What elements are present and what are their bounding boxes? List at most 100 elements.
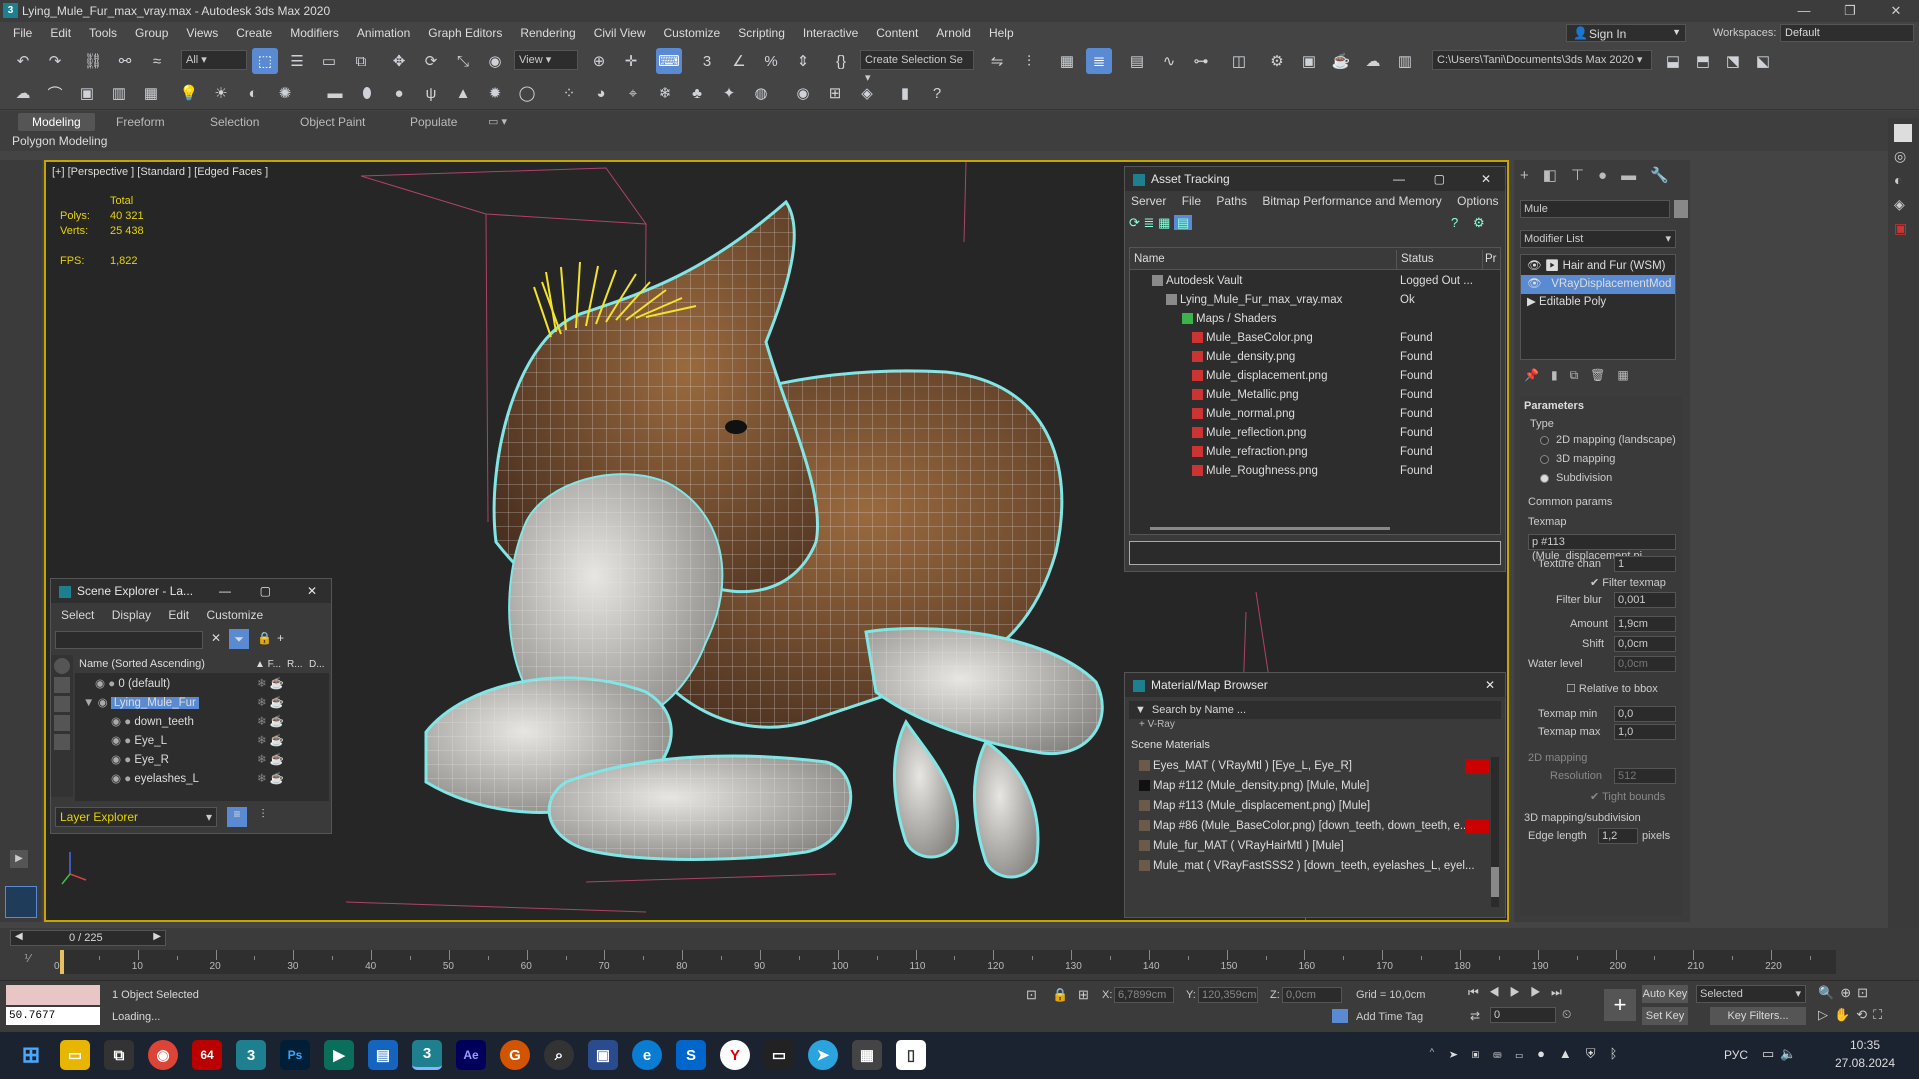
app-64-icon[interactable]: 64: [192, 1040, 222, 1070]
menu-bitmap-performance[interactable]: Bitmap Performance and Memory: [1262, 194, 1441, 208]
lock-icon[interactable]: 🔒: [257, 631, 272, 645]
arc-rotate-icon[interactable]: ⌒: [42, 80, 68, 106]
time-slider[interactable]: ◀ 0 / 225 ▶: [10, 930, 166, 946]
calculator-icon[interactable]: ▦: [852, 1040, 882, 1070]
light-lister-icon[interactable]: 💡: [176, 80, 202, 106]
filter-blur-spinner[interactable]: 0,001: [1614, 592, 1676, 608]
pin-stack-icon[interactable]: 📌: [1524, 368, 1551, 382]
settings-small-icon[interactable]: ⚙: [1473, 215, 1485, 231]
vray-proxy-icon[interactable]: ⬮: [354, 80, 380, 106]
asset-row[interactable]: Mule_refraction.png Found: [1130, 443, 1502, 462]
time-slider-cursor[interactable]: [60, 950, 64, 974]
layer-visibility-icon[interactable]: ◉ ●: [95, 678, 118, 690]
orbit-icon[interactable]: ⟲: [1856, 1007, 1873, 1022]
remove-modifier-icon[interactable]: 🗑: [1590, 368, 1617, 382]
display-shapes-icon[interactable]: [54, 696, 70, 712]
place-icon[interactable]: ◉: [482, 48, 508, 74]
window-crossing-icon[interactable]: ⧉: [348, 48, 374, 74]
asset-row[interactable]: Autodesk Vault Logged Out ...: [1130, 272, 1502, 291]
maxscript-listener-pink[interactable]: [6, 985, 100, 1005]
column-renderable[interactable]: R...: [287, 655, 303, 674]
help-small-icon[interactable]: ?: [1451, 215, 1458, 230]
viewport-layout-thumbnail[interactable]: [5, 886, 37, 918]
tray-nvidia-icon[interactable]: ▲: [1559, 1046, 1586, 1061]
layer-explorer-dropdown[interactable]: Layer Explorer ▾: [55, 807, 217, 827]
layer-options-icon[interactable]: ⫶: [253, 807, 273, 827]
go-to-end-icon[interactable]: ⏭: [1551, 985, 1572, 999]
maximize-button[interactable]: ❐: [1827, 0, 1873, 22]
scene-row[interactable]: ◉ ● Eye_R ❄ ☕: [75, 751, 329, 770]
z-coordinate-field[interactable]: 0,0cm: [1282, 987, 1342, 1003]
scene-row[interactable]: ◉ ● down_teeth ❄ ☕: [75, 713, 329, 732]
asset-path-field[interactable]: [1129, 541, 1501, 565]
asset-row[interactable]: Mule_normal.png Found: [1130, 405, 1502, 424]
vray-tools-icon[interactable]: ✦: [716, 80, 742, 106]
save-app-icon[interactable]: ▣: [588, 1040, 618, 1070]
auto-key-button[interactable]: Auto Key: [1642, 985, 1688, 1003]
material-search-input[interactable]: ▼ Search by Name ...: [1129, 701, 1501, 719]
scene-row[interactable]: ◉ ● eyelashes_L ❄ ☕: [75, 770, 329, 789]
project-settings-icon[interactable]: ⬔: [1720, 48, 1746, 74]
maximize-icon[interactable]: ▢: [1434, 167, 1445, 191]
selection-filter-dropdown[interactable]: All ▾: [181, 50, 247, 70]
asset-row[interactable]: Mule_displacement.png Found: [1130, 367, 1502, 386]
menu-edit[interactable]: Edit: [168, 608, 189, 622]
tab-object-paint[interactable]: Object Paint: [300, 113, 365, 131]
document-icon[interactable]: ▯: [896, 1040, 926, 1070]
thumbnail-icon[interactable]: ▦: [1158, 215, 1170, 230]
material-item[interactable]: Map #86 (Mule_BaseColor.png) [down_teeth…: [1139, 817, 1489, 836]
column-display[interactable]: D...: [309, 655, 325, 674]
maxscript-field[interactable]: 50.7677: [6, 1007, 100, 1025]
object-color-swatch[interactable]: [1674, 200, 1688, 218]
project-path-dropdown[interactable]: C:\Users\Tani\Documents\3ds Max 2020 ▾: [1432, 50, 1652, 70]
3dsmax-icon-active[interactable]: 3: [412, 1040, 442, 1070]
maximize-viewport-icon[interactable]: ⛶: [1873, 1007, 1888, 1022]
menu-customize[interactable]: Customize: [655, 22, 730, 44]
material-browser-titlebar[interactable]: Material/Map Browser ✕: [1125, 673, 1505, 697]
vray-shader-ball-icon[interactable]: ◍: [748, 80, 774, 106]
menu-content[interactable]: Content: [867, 22, 927, 44]
utilities-tab-icon[interactable]: 🔧: [1650, 167, 1683, 184]
unlink-icon[interactable]: ⚯: [112, 48, 138, 74]
show-end-result-icon[interactable]: ▮: [1551, 368, 1570, 382]
asset-row[interactable]: Maps / Shaders: [1130, 310, 1502, 329]
select-object-icon[interactable]: ⬚: [252, 48, 278, 74]
menu-display[interactable]: Display: [112, 608, 151, 622]
type-3d-radio[interactable]: [1540, 455, 1549, 464]
scene-row[interactable]: ◉ ● 0 (default) ❄ ☕: [75, 675, 329, 694]
filter-texmap-checkbox[interactable]: ✔ Filter texmap: [1590, 576, 1666, 589]
modifier-list-dropdown[interactable]: Modifier List ▾: [1520, 230, 1676, 248]
time-tag-icon[interactable]: [1332, 1009, 1348, 1023]
link-icon[interactable]: ⛓: [80, 48, 106, 74]
vray-camera-icon[interactable]: ⌖: [620, 80, 646, 106]
align-icon[interactable]: ⫶: [1016, 48, 1042, 74]
tray-keyboard-icon[interactable]: ⌨: [1493, 1046, 1515, 1061]
object-visibility-icon[interactable]: ◉ ●: [111, 773, 134, 785]
vray-plane-icon[interactable]: ▬: [322, 80, 348, 106]
freeze-render-icons[interactable]: ❄ ☕: [257, 675, 284, 694]
wifi-icon[interactable]: ▭: [1762, 1046, 1780, 1061]
track-bar[interactable]: 0 10 20 30 40 50 60 70 80 90 100 110 120 130 140 150 160…: [54, 950, 1836, 974]
close-icon[interactable]: ✕: [1481, 167, 1491, 191]
app-g-icon[interactable]: G: [500, 1040, 530, 1070]
column-name[interactable]: Name: [1134, 250, 1165, 269]
menu-file[interactable]: File: [4, 22, 41, 44]
pivot-center-icon[interactable]: ⊕: [586, 48, 612, 74]
zoom-icon[interactable]: 🔍: [1818, 985, 1840, 1000]
make-unique-icon[interactable]: ⧉: [1570, 368, 1591, 382]
menu-server[interactable]: Server: [1131, 194, 1166, 208]
close-icon[interactable]: ✕: [307, 579, 317, 603]
modify-tab-icon[interactable]: ◧: [1543, 167, 1571, 184]
asset-tracking-titlebar[interactable]: Asset Tracking — ▢ ✕: [1125, 167, 1505, 191]
language-indicator[interactable]: РУС: [1724, 1048, 1748, 1062]
vray-frame-buffer-icon[interactable]: ⊞: [822, 80, 848, 106]
scene-search-input[interactable]: [55, 631, 203, 649]
prev-frame-icon[interactable]: ◀: [15, 931, 23, 942]
asset-row[interactable]: Mule_Metallic.png Found: [1130, 386, 1502, 405]
type-2d-radio[interactable]: [1540, 436, 1549, 445]
menu-file[interactable]: File: [1182, 194, 1201, 208]
vray-light-icon[interactable]: ☀: [208, 80, 234, 106]
particle-icon[interactable]: ⁘: [556, 80, 582, 106]
pan-icon[interactable]: ✋: [1834, 1007, 1856, 1022]
search-app-icon[interactable]: ⌕: [544, 1040, 574, 1070]
